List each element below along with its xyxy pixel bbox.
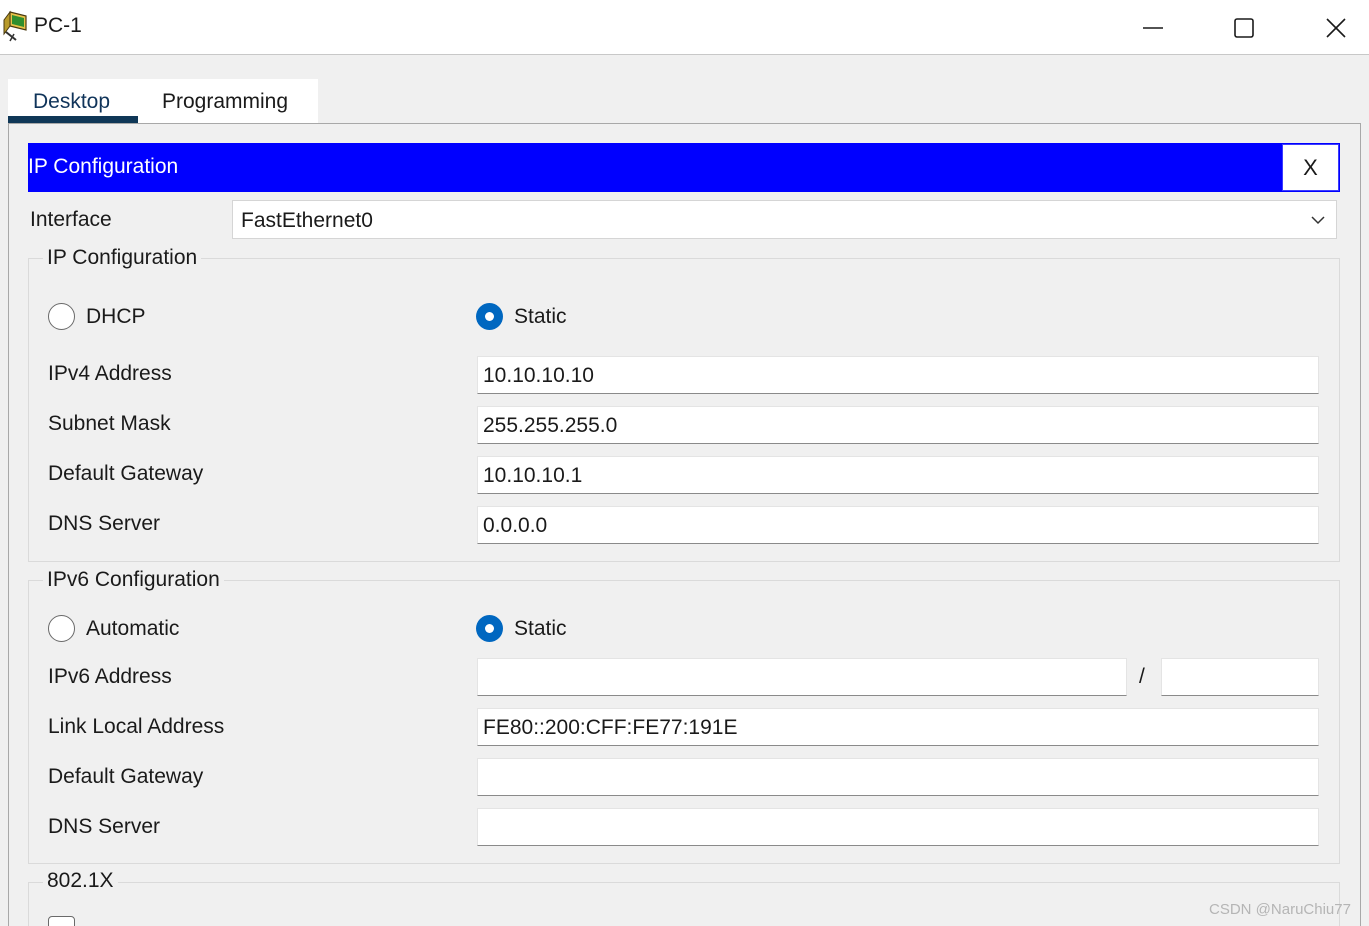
tab-desktop-label: Desktop <box>33 90 111 113</box>
chevron-down-icon <box>1311 216 1325 225</box>
ipv4-dhcp-label: DHCP <box>86 305 146 328</box>
ipv6-gateway-input[interactable] <box>477 758 1319 796</box>
tab-bar: Desktop Programming <box>8 79 318 124</box>
ip-config-close-button[interactable]: X <box>1282 144 1339 191</box>
ipv6-gateway-label: Default Gateway <box>48 765 204 788</box>
maximize-icon <box>1234 17 1254 38</box>
ipv4-dns-label: DNS Server <box>48 512 161 535</box>
dot1x-checkbox[interactable] <box>48 916 75 926</box>
ipv4-gateway-input[interactable]: 10.10.10.1 <box>477 456 1319 494</box>
ipv4-address-label: IPv4 Address <box>48 362 172 385</box>
ipv6-address-label: IPv6 Address <box>48 665 172 688</box>
tab-desktop[interactable]: Desktop <box>8 79 138 124</box>
close-icon <box>1326 17 1346 38</box>
ipv6-group-title: IPv6 Configuration <box>43 568 224 592</box>
ipv4-group-title: IP Configuration <box>43 246 202 270</box>
watermark-text: CSDN @NaruChiu77 <box>1209 901 1351 918</box>
link-local-input[interactable]: FE80::200:CFF:FE77:191E <box>477 708 1319 746</box>
ipv6-automatic-label: Automatic <box>86 617 180 640</box>
ip-config-title: IP Configuration <box>28 155 179 178</box>
ipv4-dhcp-radio[interactable] <box>48 303 75 330</box>
pc-app-icon <box>3 10 27 42</box>
ip-config-header: IP Configuration X <box>28 143 1340 192</box>
interface-select-value: FastEthernet0 <box>241 209 373 232</box>
ipv6-automatic-radio[interactable] <box>48 615 75 642</box>
minimize-button[interactable] <box>1118 0 1188 55</box>
ipv4-gateway-label: Default Gateway <box>48 462 204 485</box>
ipv6-address-input[interactable] <box>477 658 1127 696</box>
minimize-icon <box>1143 26 1163 29</box>
ipv4-static-label: Static <box>514 305 567 328</box>
ipv6-dns-label: DNS Server <box>48 815 161 838</box>
dot1x-group <box>28 882 1340 926</box>
ipv6-static-radio[interactable] <box>476 615 503 642</box>
link-local-label: Link Local Address <box>48 715 225 738</box>
subnet-mask-label: Subnet Mask <box>48 412 171 435</box>
ipv4-address-input[interactable]: 10.10.10.10 <box>477 356 1319 394</box>
ipv4-static-radio[interactable] <box>476 303 503 330</box>
tab-programming[interactable]: Programming <box>138 79 318 124</box>
title-bar: PC-1 <box>0 0 1369 55</box>
ipv6-static-label: Static <box>514 617 567 640</box>
ipv4-dns-input[interactable]: 0.0.0.0 <box>477 506 1319 544</box>
tab-programming-label: Programming <box>162 90 289 113</box>
subnet-mask-input[interactable]: 255.255.255.0 <box>477 406 1319 444</box>
close-window-button[interactable] <box>1301 0 1369 55</box>
interface-label: Interface <box>30 208 112 231</box>
prefix-separator: / <box>1139 665 1145 688</box>
window-title: PC-1 <box>34 14 82 37</box>
ipv6-dns-input[interactable] <box>477 808 1319 846</box>
ipv6-prefix-input[interactable] <box>1161 658 1319 696</box>
dot1x-group-title: 802.1X <box>43 869 118 893</box>
maximize-button[interactable] <box>1209 0 1279 55</box>
interface-select[interactable]: FastEthernet0 <box>232 200 1337 239</box>
